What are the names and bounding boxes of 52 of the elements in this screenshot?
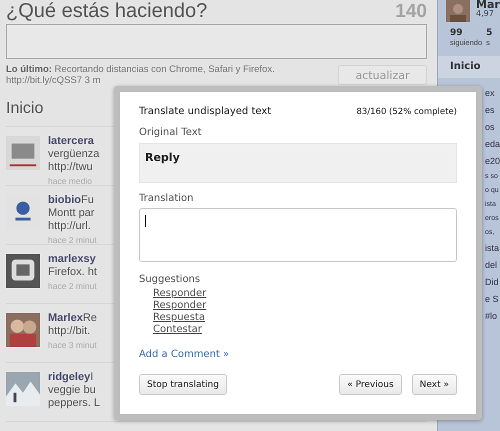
tweet-text: Firefox. ht	[48, 266, 97, 279]
stat-value[interactable]: 99	[450, 28, 482, 38]
add-comment-link[interactable]: Add a Comment »	[139, 349, 230, 360]
tweet-text: latercera	[48, 135, 95, 148]
character-counter: 140	[395, 1, 427, 23]
text-cursor	[145, 215, 146, 227]
translation-field[interactable]	[139, 208, 457, 262]
tweet-text: veggie bu	[48, 384, 97, 397]
next-button[interactable]: Next »	[412, 374, 457, 395]
original-text: Reply	[145, 151, 180, 164]
status-heading: ¿Qué estás haciendo?	[6, 0, 208, 23]
sidebar-text: es	[485, 105, 496, 115]
tweet-time: hace 2 minut	[48, 234, 97, 247]
suggestion-link[interactable]: Responder	[153, 288, 206, 300]
tweet-text: http://bit.	[48, 325, 92, 338]
tweet-time: hace 2 minut	[48, 280, 97, 293]
sidebar-text: ex	[485, 88, 496, 98]
tweet-text: Montt par	[48, 207, 96, 220]
stat-value[interactable]: 5	[486, 28, 492, 38]
tweet-text: vergüenza	[48, 148, 100, 161]
sidebar-text: del	[485, 260, 498, 270]
translation-label: Translation	[139, 193, 194, 204]
tweet-text: peppers. L	[48, 397, 100, 410]
tweet-text: biobioFu	[48, 194, 95, 207]
latest-status-link[interactable]: http://bit.ly/cQSS7 3 m	[6, 75, 275, 86]
sidebar-text: e S	[485, 294, 500, 304]
profile-count: 4,97	[476, 9, 495, 18]
dialog-title: Translate undisplayed text	[139, 106, 272, 117]
sidebar-text: os	[485, 122, 496, 132]
sidebar-text: ista	[485, 243, 500, 253]
suggestion-link[interactable]: Responder	[153, 300, 206, 312]
tweet-text: MarlexRe	[48, 312, 97, 325]
original-text-label: Original Text	[139, 127, 203, 138]
tweet-text: ridgeleyI	[48, 371, 94, 384]
suggestions-label: Suggestions	[139, 274, 202, 285]
suggestion-link[interactable]: Respuesta	[153, 312, 205, 324]
suggestion-link[interactable]: Contestar	[153, 324, 202, 336]
tweet-text: http://url.	[48, 220, 92, 233]
tweet-time: hace 3 minut	[48, 339, 97, 352]
tweet-time: hace medio	[48, 175, 93, 188]
tweet-text: marlexsy	[48, 253, 97, 266]
latest-status-text: Lo último: Recortando distancias con Chrome, Safari y Firefox.	[6, 64, 275, 75]
sidebar-nav-item[interactable]: Inicio	[438, 56, 500, 78]
status-input-field[interactable]	[6, 24, 427, 59]
tweet-text: http://twu	[48, 161, 94, 174]
sidebar-text: Did	[485, 277, 500, 287]
stop-translating-button[interactable]: Stop translating	[139, 374, 227, 395]
profile-name[interactable]: Mar	[476, 0, 500, 9]
sidebar-text: #lo	[485, 311, 498, 321]
sidebar-text: eda	[485, 139, 500, 149]
previous-button[interactable]: « Previous	[339, 374, 402, 395]
sidebar-text: e20	[485, 156, 500, 166]
